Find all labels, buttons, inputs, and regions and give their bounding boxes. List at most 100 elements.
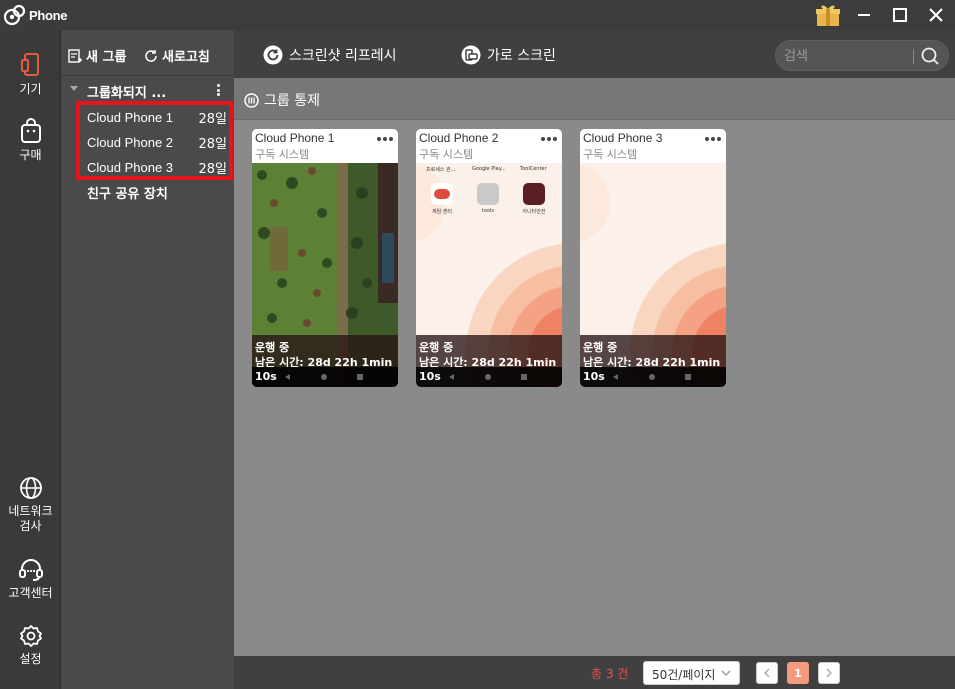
screenshot-refresh-label: 스크린샷 리프레시 [289,48,397,64]
home-icon [485,374,491,380]
group-control[interactable]: 그룹 통제 [244,90,320,110]
group-toolbar: 새 그룹 새로고침 [61,30,234,76]
home-icon [649,374,655,380]
gift-button[interactable] [811,0,845,30]
search-box[interactable] [775,40,949,71]
home-icon [321,374,327,380]
new-group-button[interactable]: 새 그룹 [68,46,126,65]
status-text: 운행 중 [419,341,454,354]
nav-item-purchase[interactable]: 구매 [0,118,61,163]
recent-apps-icon [357,374,363,380]
screenshot-refresh-button[interactable]: 스크린샷 리프레시 [263,45,397,65]
status-text: 운행 중 [255,341,290,354]
device-row[interactable]: Cloud Phone 3 28일 [87,156,227,178]
close-button[interactable] [919,0,953,30]
device-days: 28일 [198,111,227,127]
landscape-icon [461,45,481,65]
device-row[interactable]: Cloud Phone 2 28일 [87,131,227,153]
back-icon [613,374,618,380]
back-icon [449,374,454,380]
collapse-arrow-icon[interactable] [70,86,78,91]
android-nav-bar: 10s [252,367,398,387]
app-game-center[interactable]: 게임 센터 [427,183,457,215]
device-days: 28일 [198,161,227,177]
landscape-button[interactable]: 가로 스크린 [461,45,556,65]
nav-label-settings: 설정 [19,652,42,666]
left-nav: 기기 구매 네트워크 검사 고객센터 설정 [0,30,61,689]
next-page-button[interactable] [818,662,840,684]
close-icon [929,8,943,22]
nav-item-devices[interactable]: 기기 [0,52,61,97]
device-card[interactable]: Cloud Phone 2 구독 시스템 프로세스 관... Google Pl… [416,129,562,387]
device-card[interactable]: Cloud Phone 3 구독 시스템 운행 중 남은 시간: 28d 22h… [580,129,726,387]
main-toolbar: 스크린샷 리프레시 가로 스크린 [234,30,955,78]
app-game[interactable]: 아니타안전 [519,183,549,215]
refresh-button[interactable]: 새로고침 [144,46,210,65]
recent-apps-icon [521,374,527,380]
chevron-down-icon [721,670,731,676]
more-options-icon[interactable] [377,137,393,141]
globe-icon [19,477,42,499]
gear-icon [19,625,42,647]
title-bar: Phone [0,0,955,30]
app-tools[interactable]: tools [473,183,503,214]
app-logo: Phone [4,4,68,26]
total-count: 총 3 건 [591,667,629,681]
more-options-icon[interactable] [541,137,557,141]
nav-label-purchase: 구매 [19,148,42,162]
app-label: 게임 센터 [432,209,452,215]
device-name: Cloud Phone 2 [87,134,174,150]
more-options-icon[interactable] [705,137,721,141]
card-header: Cloud Phone 3 구독 시스템 [580,129,726,163]
card-screen[interactable]: 운행 중 남은 시간: 28d 22h 1min 10s [580,163,726,387]
friend-shared-devices[interactable]: 친구 공유 장치 [87,183,168,202]
card-screen[interactable]: 운행 중 남은 시간: 28d 22h 1min 10s [252,163,398,387]
shopping-bag-icon [20,118,41,143]
group-control-icon [244,92,259,108]
refresh-label: 새로고침 [162,50,210,65]
prev-page-button[interactable] [756,662,778,684]
android-nav-bar: 10s [416,367,562,387]
card-screen[interactable]: 프로세스 관... Google Play... ToolCenter 게임 센… [416,163,562,387]
device-days: 28일 [198,136,227,152]
search-icon[interactable] [920,46,940,66]
card-subtitle: 구독 시스템 [255,148,310,161]
screenshot-refresh-icon [263,45,283,65]
device-row[interactable]: Cloud Phone 1 28일 [87,106,227,128]
group-panel: 새 그룹 새로고침 그룹화되지 ... Cloud Phone 1 28일 Cl… [61,30,234,689]
minimize-icon [858,14,870,16]
nav-item-settings[interactable]: 설정 [0,624,61,667]
nav-item-network-check[interactable]: 네트워크 검사 [0,476,61,534]
device-grid: Cloud Phone 1 구독 시스템 운행 중 남은 시간: 28d 22h… [234,120,955,656]
remaining-time-tail: 10s [419,370,441,383]
maximize-button[interactable] [883,0,917,30]
card-header: Cloud Phone 1 구독 시스템 [252,129,398,163]
chevron-right-icon [826,668,832,678]
group-header[interactable]: 그룹화되지 ... [61,80,234,102]
device-name: Cloud Phone 3 [87,159,174,175]
group-control-bar: 그룹 통제 [234,78,955,120]
app-label: 아니타안전 [522,209,546,215]
game-center-icon [431,183,453,205]
nav-item-support[interactable]: 고객센터 [0,558,61,601]
page-number-button[interactable]: 1 [787,662,809,684]
headset-icon [18,559,43,581]
page-size-select[interactable]: 50건/페이지 [643,661,740,685]
app-label: tools [481,208,495,214]
search-input[interactable] [784,47,909,65]
device-card[interactable]: Cloud Phone 1 구독 시스템 운행 중 남은 시간: 28d 22h… [252,129,398,387]
remaining-time-tail: 10s [583,370,605,383]
card-subtitle: 구독 시스템 [419,148,474,161]
game-app-icon [523,183,545,205]
back-icon [285,374,290,380]
search-divider [913,49,914,64]
card-title: Cloud Phone 2 [419,131,499,145]
page-size-value: 50건/페이지 [652,668,716,682]
minimize-button[interactable] [847,0,881,30]
remaining-time-tail: 10s [255,370,277,383]
app-name: Phone [29,7,68,23]
main-area: 스크린샷 리프레시 가로 스크린 검색 그룹 통제 Cloud Phone 1 … [234,30,955,689]
group-menu-icon[interactable] [211,82,225,98]
status-text: 운행 중 [583,341,618,354]
card-title: Cloud Phone 1 [255,131,335,145]
